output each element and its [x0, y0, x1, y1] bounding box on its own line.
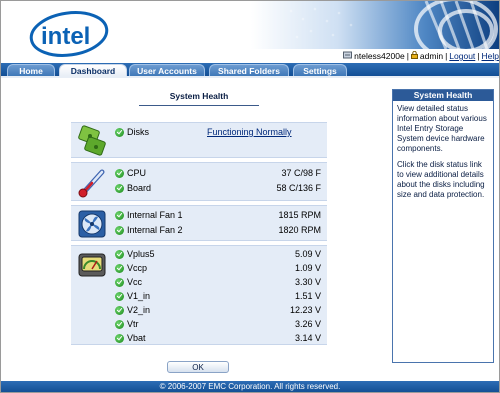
device-name: nteless4200e	[354, 51, 405, 61]
status-row-vbat: Vbat 3.14 V	[115, 332, 321, 345]
tab-shared-folders[interactable]: Shared Folders	[209, 64, 289, 76]
help-box: System Health View detailed status infor…	[392, 89, 494, 363]
status-row-fan-1: Internal Fan 1 1815 RPM	[115, 209, 321, 222]
username: admin	[419, 51, 444, 61]
disk-status-link[interactable]: Functioning Normally	[207, 126, 292, 139]
status-row-vtr: Vtr 3.26 V	[115, 318, 321, 331]
tab-settings[interactable]: Settings	[293, 64, 347, 76]
server-icon	[343, 51, 353, 61]
status-row-disks: Disks Functioning Normally	[115, 126, 321, 139]
voltage-panel: Vplus5 5.09 V Vccp 1.09 V Vcc 3.30 V V1_…	[71, 245, 327, 345]
intel-logo: intel	[29, 11, 109, 57]
help-text-2: Click the disk status link to view addit…	[397, 160, 485, 199]
status-ok-icon	[115, 264, 124, 273]
status-row-board: Board 58 C/136 F	[115, 182, 321, 195]
header-banner-graphic	[251, 1, 499, 49]
status-row-vplus5: Vplus5 5.09 V	[115, 248, 321, 261]
help-box-title: System Health	[393, 90, 493, 101]
tab-underline	[1, 76, 499, 78]
disk-icon	[78, 125, 106, 156]
status-ok-icon	[115, 292, 124, 301]
lock-icon	[410, 50, 418, 61]
status-ok-icon	[115, 128, 124, 137]
help-box-body: View detailed status information about v…	[393, 101, 493, 209]
tab-bar: Home Dashboard User Accounts Shared Fold…	[1, 63, 499, 76]
footer-copyright: © 2006-2007 EMC Corporation. All rights …	[1, 381, 499, 392]
ok-button[interactable]: OK	[167, 361, 229, 373]
status-row-cpu: CPU 37 C/98 F	[115, 167, 321, 180]
temperature-panel: CPU 37 C/98 F Board 58 C/136 F	[71, 162, 327, 201]
status-ok-icon	[115, 250, 124, 259]
status-ok-icon	[115, 306, 124, 315]
status-ok-icon	[115, 184, 124, 193]
tab-user-accounts[interactable]: User Accounts	[129, 64, 205, 76]
logout-link[interactable]: Logout	[449, 51, 475, 61]
status-ok-icon	[115, 334, 124, 343]
status-row-vcc: Vcc 3.30 V	[115, 276, 321, 289]
section-title: System Health	[169, 91, 229, 101]
section-title-rule	[139, 105, 259, 106]
status-ok-icon	[115, 211, 124, 220]
help-text-1: View detailed status information about v…	[397, 104, 487, 153]
help-link[interactable]: Help	[482, 51, 499, 61]
status-row-vccp: Vccp 1.09 V	[115, 262, 321, 275]
disks-panel: Disks Functioning Normally	[71, 122, 327, 158]
status-row-v2-in: V2_in 12.23 V	[115, 304, 321, 317]
status-ok-icon	[115, 169, 124, 178]
status-label: Disks	[127, 127, 149, 137]
status-ok-icon	[115, 320, 124, 329]
user-bar: nteless4200e | admin | Logout | Help	[343, 49, 499, 63]
header: intel nteless4200e | admin | Logout | He…	[1, 1, 499, 63]
fan-icon	[78, 210, 106, 238]
thermometer-icon	[78, 169, 105, 198]
status-row-v1-in: V1_in 1.51 V	[115, 290, 321, 303]
svg-text:intel: intel	[41, 23, 90, 50]
tab-dashboard[interactable]: Dashboard	[59, 64, 127, 76]
voltmeter-icon	[78, 253, 106, 277]
browser-frame: intel nteless4200e | admin | Logout | He…	[0, 0, 500, 393]
status-ok-icon	[115, 278, 124, 287]
status-ok-icon	[115, 226, 124, 235]
tab-home[interactable]: Home	[7, 64, 55, 76]
status-row-fan-2: Internal Fan 2 1820 RPM	[115, 224, 321, 237]
fans-panel: Internal Fan 1 1815 RPM Internal Fan 2 1…	[71, 205, 327, 241]
